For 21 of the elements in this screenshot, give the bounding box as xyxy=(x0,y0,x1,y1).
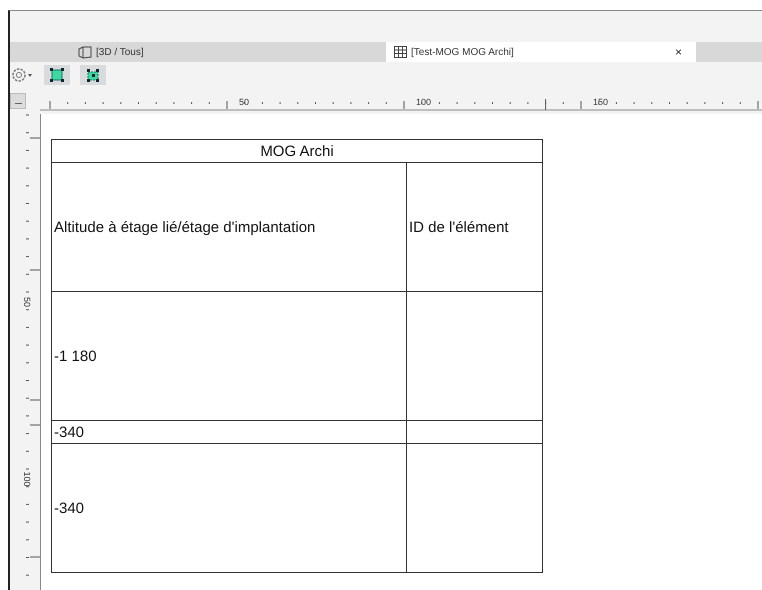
ruler-label: 50 xyxy=(22,297,32,307)
gear-icon[interactable] xyxy=(12,67,34,83)
ruler-corner-button[interactable] xyxy=(10,93,26,109)
column-header: Altitude à étage lié/étage d'implantation xyxy=(52,162,406,292)
ruler-label: 150 xyxy=(593,97,608,107)
table-cell: -340 xyxy=(52,420,406,444)
select-frame-button[interactable] xyxy=(44,65,70,85)
table-icon xyxy=(394,46,407,58)
ruler-label: 50 xyxy=(239,97,250,107)
select-grid-button[interactable] xyxy=(80,65,106,85)
table-title: MOG Archi xyxy=(52,140,542,162)
grid-select-icon xyxy=(86,68,100,82)
view-tab[interactable]: [Test-MOG MOG Archi] × xyxy=(386,42,696,62)
table-cell: -340 xyxy=(52,444,406,572)
ruler-label: 100 xyxy=(416,97,432,107)
ruler-label: 100 xyxy=(22,471,32,487)
view-tab[interactable]: [3D / Tous] xyxy=(70,42,380,62)
column-header: ID de l'élément xyxy=(406,162,542,292)
frame-select-icon xyxy=(50,68,64,82)
table-cell: -1 180 xyxy=(52,292,406,420)
cube-icon xyxy=(78,46,92,58)
